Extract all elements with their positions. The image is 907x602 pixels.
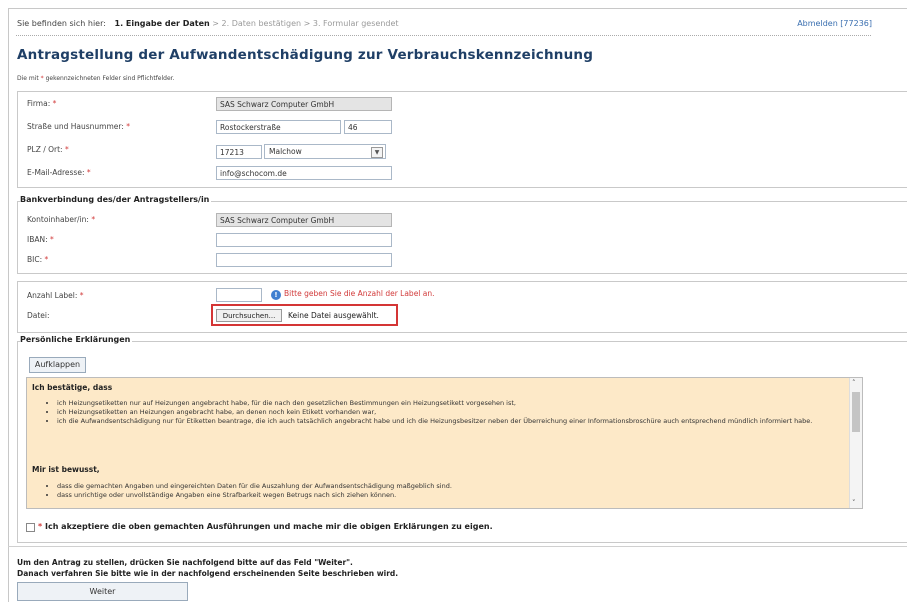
bic-field[interactable] [216,253,392,267]
bank-fieldset: Bankverbindung des/der Antragstellers/in [17,195,907,274]
ort-select[interactable]: Malchow ▼ [264,144,386,159]
page-title: Antragstellung der Aufwandentschädigung … [17,47,594,63]
declarations-legend: Persönliche Erklärungen [20,335,133,344]
iban-label: IBAN: * [27,235,54,244]
list-item: ich die Aufwandsentschädigung nur für Et… [57,417,857,426]
bic-label: BIC: * [27,255,49,264]
breadcrumb-separator: > [212,19,219,28]
house-number-field[interactable]: 46 [344,120,392,134]
file-label: Datei: [27,311,50,320]
breadcrumb-step-2: 2. Daten bestätigen [221,19,302,28]
breadcrumb-prefix: Sie befinden sich hier: [17,19,106,28]
aware-heading: Mir ist bewusst, [32,465,100,474]
list-item: dass die gemachten Angaben und eingereic… [57,482,857,491]
company-fieldset [17,91,907,188]
accept-label: * Ich akzeptiere die oben gemachten Ausf… [38,522,493,531]
label-count-hint: ! Bitte geben Sie die Anzahl der Label an… [271,289,435,300]
firma-label: Firma: * [27,99,57,108]
info-circle-icon: ! [271,290,281,300]
logout-link[interactable]: Abmelden [77236] [797,19,872,28]
required-star: * [40,75,44,82]
label-count-label: Anzahl Label: * [27,291,84,300]
scrollbar[interactable]: ˄ ˅ [849,378,862,508]
list-item: dass unrichtige oder unvollständige Anga… [57,491,857,500]
bank-legend: Bankverbindung des/der Antragstellers/in [20,195,212,204]
breadcrumb-separator: > [303,19,311,28]
ort-select-value: Malchow [269,147,302,156]
email-field[interactable]: info@schocom.de [216,166,392,180]
scroll-up-icon[interactable]: ˄ [852,379,856,387]
browse-button[interactable]: Durchsuchen... [216,309,282,322]
holder-label: Kontoinhaber/in: * [27,215,96,224]
required-note-text: Die mit [17,75,39,82]
instruction-line-2: Danach verfahren Sie bitte wie in der na… [17,569,399,578]
scroll-down-icon[interactable]: ˅ [852,499,856,507]
file-upload-highlight: Durchsuchen... Keine Datei ausgewählt. [211,304,398,326]
required-note: Die mit * gekennzeichneten Felder sind P… [17,75,175,82]
divider [8,546,907,547]
list-item: ich Heizungsetiketten nur auf Heizungen … [57,399,857,408]
expand-button[interactable]: Aufklappen [29,357,86,373]
account-holder-field[interactable]: SAS Schwarz Computer GmbH [216,213,392,227]
instruction-line-1: Um den Antrag zu stellen, drücken Sie na… [17,558,353,567]
iban-field[interactable] [216,233,392,247]
required-note-text: gekennzeichneten Felder sind Pflichtfeld… [45,75,175,82]
chevron-down-icon: ▼ [371,147,383,158]
breadcrumb-step-current: 1. Eingabe der Daten [114,19,210,28]
breadcrumb-step-3: 3. Formular gesendet [312,19,399,28]
breadcrumb: Sie befinden sich hier: 1. Eingabe der D… [17,19,399,28]
declaration-textbox[interactable]: Ich bestätige, dass ich Heizungsetikette… [26,377,863,509]
labels-fieldset [17,281,907,333]
plz-ort-label: PLZ / Ort: * [27,145,69,154]
no-file-text: Keine Datei ausgewählt. [288,311,379,320]
hint-text: Bitte geben Sie die Anzahl der Label an. [284,289,435,298]
aware-list: dass die gemachten Angaben und eingereic… [47,482,857,500]
email-label: E-Mail-Adresse: * [27,168,91,177]
confirm-list: ich Heizungsetiketten nur auf Heizungen … [47,399,857,426]
street-field[interactable]: Rostockerstraße [216,120,341,134]
plz-field[interactable]: 17213 [216,145,262,159]
accept-checkbox[interactable] [26,523,35,532]
firma-field[interactable]: SAS Schwarz Computer GmbH [216,97,392,111]
next-button[interactable]: Weiter [17,582,188,601]
scrollbar-thumb[interactable] [852,392,860,432]
list-item: ich Heizungsetiketten an Heizungen angeb… [57,408,857,417]
divider [16,35,871,36]
street-label: Straße und Hausnummer: * [27,122,131,131]
accept-text: Ich akzeptiere die oben gemachten Ausfüh… [44,522,493,531]
label-count-field[interactable] [216,288,262,302]
confirm-heading: Ich bestätige, dass [32,383,113,392]
